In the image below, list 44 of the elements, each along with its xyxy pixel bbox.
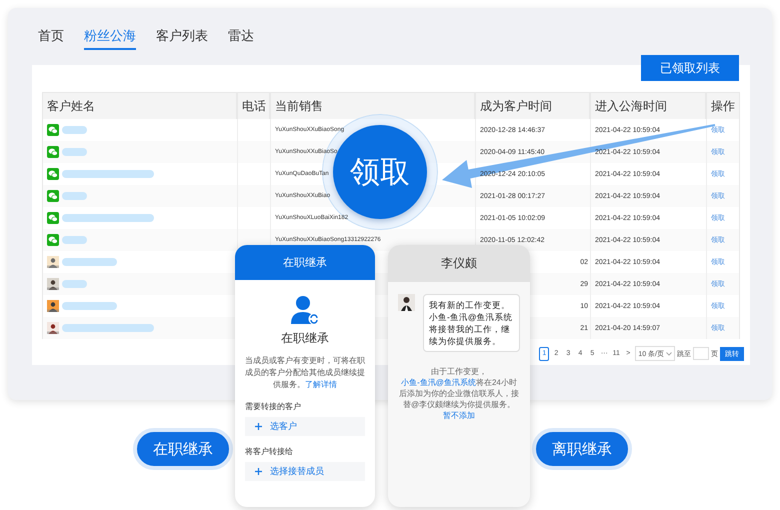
blurred-name [62,236,87,244]
column-header: 操作 [710,98,736,114]
wechat-icon [47,124,59,136]
blurred-name [62,302,117,310]
column-header: 成为客户时间 [476,93,591,119]
wechat-icon [47,190,59,202]
nav-tab[interactable]: 雷达 [228,24,254,50]
blurred-name [62,126,87,134]
blurred-name [62,192,87,200]
skip-add-link[interactable]: 暂不添加 [443,411,475,420]
plus-icon [255,423,262,430]
column-header: 进入公海时间 [591,93,707,119]
claimed-list-button[interactable]: 已领取列表 [641,55,739,81]
plus-icon [255,468,262,475]
select-button[interactable]: 选择接替成员 [245,462,365,481]
active-transfer-button[interactable]: 在职继承 [133,428,233,470]
blurred-name [62,280,87,288]
section-label: 将客户转接给 [245,446,294,457]
page-input[interactable] [693,347,709,360]
wechat-icon [47,146,59,158]
member-link[interactable]: 小鱼-鱼汛@鱼汛系统 [401,378,476,387]
nav-tab[interactable]: 首页 [38,24,64,50]
card-header: 在职继承 [235,245,375,280]
learn-more-link[interactable]: 了解详情 [305,380,337,389]
column-header: 当前销售 [271,93,476,119]
wechat-icon [47,234,59,246]
column-header: 电话 [238,93,271,119]
message-bubble: 我有新的工作变更。小鱼-鱼汛@鱼汛系统将接替我的工作，继续为你提供服务。 [423,294,520,352]
column-header: 客户姓名 [43,93,238,119]
nav-tab[interactable]: 粉丝公海 [84,24,136,50]
select-button[interactable]: 选客户 [245,417,365,436]
contact-name-header: 李仪颇 [388,245,530,282]
chevron-icon [666,352,672,356]
person-transfer-icon [290,294,320,326]
wechat-icon [47,212,59,224]
card-title: 在职继承 [281,330,329,347]
blurred-name [62,148,87,156]
notice-text: 由于工作变更， 小鱼-鱼汛@鱼汛系统将在24小时后添加为你的企业微信联系人，接替@李仪颇继续为你提供服务。 暂不添加 [398,366,520,421]
blurred-name [62,258,117,266]
section-label: 需要转接的客户 [245,401,302,412]
nav-tab[interactable]: 客户列表 [156,24,208,50]
resigned-transfer-button[interactable]: 离职继承 [532,428,632,470]
wechat-icon [47,168,59,180]
description-text: 当成员或客户有变更时，可将在职成员的客户分配给其他成员继续提供服务。了解详情 [245,355,365,391]
